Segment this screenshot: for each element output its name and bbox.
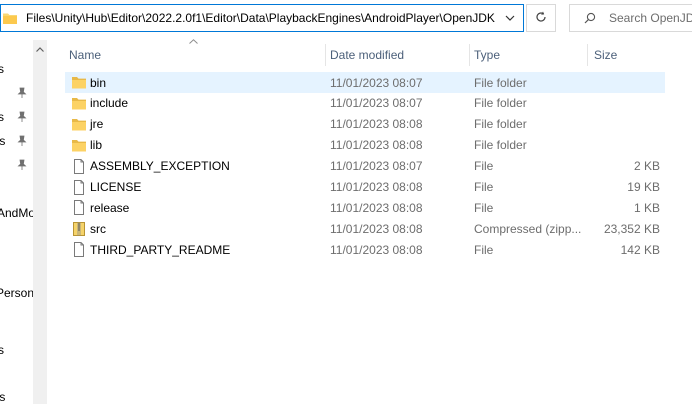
file-type: File folder xyxy=(474,96,527,111)
file-type: File folder xyxy=(474,117,527,132)
folder-icon xyxy=(71,75,87,90)
address-toolbar: Files\Unity\Hub\Editor\2022.2.0f1\Editor… xyxy=(0,0,692,40)
nav-item[interactable]: s xyxy=(0,110,4,124)
folder-icon xyxy=(71,138,87,153)
file-date-modified: 11/01/2023 08:08 xyxy=(330,138,423,153)
file-list: Name Date modified Type Size bin 11/01/20… xyxy=(47,39,692,404)
nav-scrollbar[interactable] xyxy=(33,40,47,404)
file-type: File xyxy=(474,159,494,174)
file-size: 2 KB xyxy=(633,159,660,174)
file-name: ASSEMBLY_EXCEPTION xyxy=(90,159,230,174)
address-bar[interactable]: Files\Unity\Hub\Editor\2022.2.0f1\Editor… xyxy=(0,4,524,32)
column-type[interactable]: Type xyxy=(474,44,584,66)
column-divider[interactable] xyxy=(469,44,470,66)
file-name: lib xyxy=(90,138,103,153)
file-date-modified: 11/01/2023 08:08 xyxy=(330,200,423,215)
file-type: File folder xyxy=(474,75,527,90)
folder-icon xyxy=(71,117,87,132)
file-type: File folder xyxy=(474,138,527,153)
search-icon xyxy=(584,12,596,24)
file-type: File xyxy=(474,200,494,215)
file-type: File xyxy=(474,242,494,257)
file-size xyxy=(585,72,660,93)
file-date-modified: 11/01/2023 08:08 xyxy=(330,221,423,236)
file-icon xyxy=(71,179,87,195)
nav-item[interactable]: Person xyxy=(0,286,33,300)
file-icon xyxy=(71,158,87,174)
nav-item[interactable]: AndMo xyxy=(0,206,33,220)
file-name: LICENSE xyxy=(90,180,142,194)
pin-icon xyxy=(17,135,27,147)
zip-file-icon xyxy=(71,221,87,237)
file-row[interactable]: src 11/01/2023 08:08 Compressed (zipp... 23… xyxy=(65,218,665,239)
folder-icon xyxy=(71,96,87,111)
file-name: src xyxy=(90,221,106,236)
file-date-modified: 11/01/2023 08:08 xyxy=(330,242,423,257)
file-row[interactable]: include 11/01/2023 08:07 File folder xyxy=(65,93,665,114)
pin-icon xyxy=(17,159,27,171)
column-date-modified[interactable]: Date modified xyxy=(330,44,465,66)
chevron-down-icon[interactable] xyxy=(497,5,523,31)
address-path[interactable]: Files\Unity\Hub\Editor\2022.2.0f1\Editor… xyxy=(26,11,495,25)
file-name: include xyxy=(90,96,129,111)
file-type: File xyxy=(474,180,494,194)
file-icon xyxy=(71,200,87,216)
file-size: 23,352 KB xyxy=(603,221,660,236)
scroll-up-icon[interactable] xyxy=(33,40,47,58)
file-row[interactable]: jre 11/01/2023 08:08 File folder xyxy=(65,114,665,135)
nav-item[interactable]: s xyxy=(0,62,4,76)
file-date-modified: 11/01/2023 08:07 xyxy=(330,75,423,90)
navigation-pane: s s ts AndMo Person s ts xyxy=(0,40,33,404)
pin-icon xyxy=(17,111,27,123)
file-name: release xyxy=(90,200,130,215)
file-row[interactable]: ASSEMBLY_EXCEPTION 11/01/2023 08:07 File 2 … xyxy=(65,156,665,177)
search-box[interactable]: Search OpenJDK xyxy=(569,4,692,32)
search-placeholder: Search OpenJDK xyxy=(609,11,692,25)
file-row[interactable]: THIRD_PARTY_README 11/01/2023 08:08 File 14… xyxy=(65,239,665,260)
file-icon xyxy=(71,242,87,258)
file-row[interactable]: lib 11/01/2023 08:08 File folder xyxy=(65,135,665,156)
refresh-button[interactable] xyxy=(526,4,556,32)
refresh-icon xyxy=(535,10,547,27)
file-date-modified: 11/01/2023 08:07 xyxy=(330,159,423,174)
file-size xyxy=(585,114,660,135)
nav-item[interactable]: s xyxy=(0,343,4,357)
file-date-modified: 11/01/2023 08:07 xyxy=(330,96,423,111)
scroll-thumb[interactable] xyxy=(35,60,45,404)
file-row[interactable]: LICENSE 11/01/2023 08:08 File 19 KB xyxy=(65,177,665,198)
file-name: bin xyxy=(90,75,107,90)
file-name: THIRD_PARTY_README xyxy=(90,242,231,257)
column-divider[interactable] xyxy=(325,44,326,66)
file-size: 19 KB xyxy=(627,180,660,194)
file-size xyxy=(585,135,660,156)
column-divider[interactable] xyxy=(587,44,588,66)
column-name[interactable]: Name xyxy=(69,44,319,66)
nav-item[interactable]: ts xyxy=(0,390,5,404)
file-date-modified: 11/01/2023 08:08 xyxy=(330,117,423,132)
nav-item[interactable]: ts xyxy=(0,134,5,148)
file-name: jre xyxy=(90,117,104,132)
file-size xyxy=(585,93,660,114)
column-header: Name Date modified Type Size xyxy=(47,44,692,66)
file-date-modified: 11/01/2023 08:08 xyxy=(330,180,423,194)
pin-icon xyxy=(17,87,27,99)
file-row[interactable]: bin 11/01/2023 08:07 File folder xyxy=(65,72,665,93)
column-size[interactable]: Size xyxy=(594,44,674,66)
file-size: 1 KB xyxy=(633,200,660,215)
file-size: 142 KB xyxy=(620,242,660,257)
file-type: Compressed (zipp... xyxy=(474,221,582,236)
folder-icon xyxy=(3,12,17,24)
file-row[interactable]: release 11/01/2023 08:08 File 1 KB xyxy=(65,197,665,218)
